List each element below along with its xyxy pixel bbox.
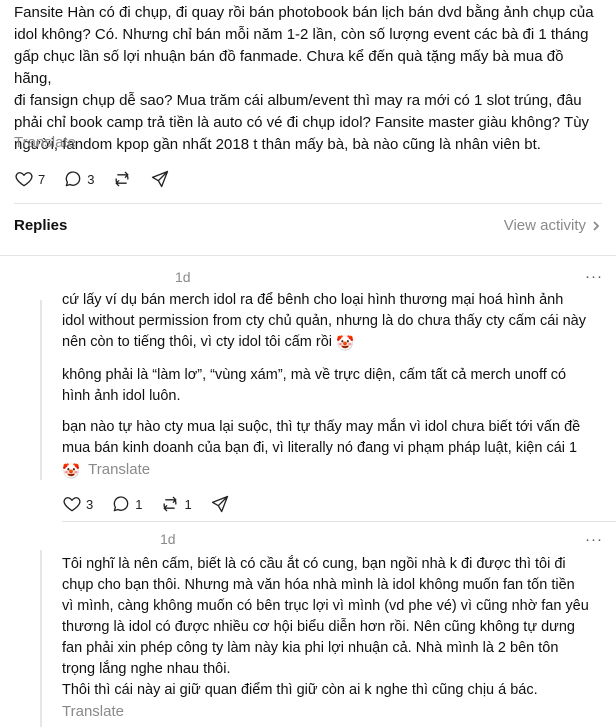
divider	[62, 521, 616, 522]
reply-comment-count: 1	[135, 496, 143, 512]
repost-icon	[115, 171, 129, 187]
post-like-count: 7	[38, 171, 46, 187]
reply-repost-count: 1	[184, 496, 192, 512]
comment-icon	[113, 496, 129, 512]
replies-header: Replies View activity	[14, 217, 602, 234]
reply-body: Tôi nghĩ là nên cấm, biết là có cầu ắt c…	[62, 554, 607, 722]
view-activity-link[interactable]: View activity	[504, 217, 602, 234]
more-options-icon[interactable]: ···	[585, 531, 603, 548]
reply-paragraph: cứ lấy ví dụ bán merch idol ra để bênh c…	[62, 290, 607, 355]
share-icon	[152, 170, 169, 188]
repost-icon	[163, 496, 177, 512]
post-share-button[interactable]	[150, 169, 170, 189]
heart-icon	[63, 497, 81, 512]
reply-translate-link[interactable]: Translate	[88, 461, 150, 478]
reply-comment-button[interactable]: 1	[111, 494, 142, 514]
view-activity-label: View activity	[503, 217, 586, 234]
divider	[14, 203, 602, 204]
post-translate-link[interactable]: Translate	[14, 134, 76, 151]
reply-paragraph: không phải là “làm lơ”, “vùng xám”, mà v…	[62, 367, 567, 404]
reply-repost-button[interactable]: 1	[160, 494, 192, 514]
reply-like-button[interactable]: 3	[62, 494, 93, 514]
post-repost-button[interactable]	[112, 169, 132, 189]
post-comment-button[interactable]: 3	[63, 169, 94, 189]
comment-icon	[65, 171, 81, 187]
reply-body: cứ lấy ví dụ bán merch idol ra để bênh c…	[62, 290, 607, 483]
share-icon	[211, 495, 228, 513]
more-options-icon[interactable]: ···	[585, 268, 603, 285]
post-text: Fansite Hàn có đi chụp, đi quay rồi bán …	[14, 4, 594, 153]
reply-time: 1d	[160, 531, 176, 547]
reply-paragraph: bạn nào tự hào cty mua lại suộc, thì tự …	[62, 417, 607, 483]
reply-share-button[interactable]	[210, 494, 230, 514]
reply-like-count: 3	[86, 496, 94, 512]
post-actions: 7 3	[14, 169, 188, 189]
reply-time: 1d	[175, 269, 191, 285]
thread-line	[40, 550, 42, 727]
clown-emoji: 🤡	[62, 464, 81, 480]
replies-title: Replies	[14, 217, 68, 234]
chevron-right-icon	[593, 220, 600, 231]
clown-emoji: 🤡	[336, 336, 355, 352]
post-comment-count: 3	[87, 171, 95, 187]
reply-paragraph: Thôi thì cái này ai giữ quan điểm thì gi…	[62, 682, 538, 698]
reply-actions: 3 1 1	[62, 494, 248, 514]
reply-translate-link[interactable]: Translate	[62, 701, 607, 722]
divider	[0, 255, 616, 256]
post-like-button[interactable]: 7	[14, 169, 45, 189]
thread-line	[40, 300, 42, 480]
reply-paragraph: Tôi nghĩ là nên cấm, biết là có cầu ắt c…	[62, 556, 589, 677]
heart-icon	[15, 172, 33, 187]
